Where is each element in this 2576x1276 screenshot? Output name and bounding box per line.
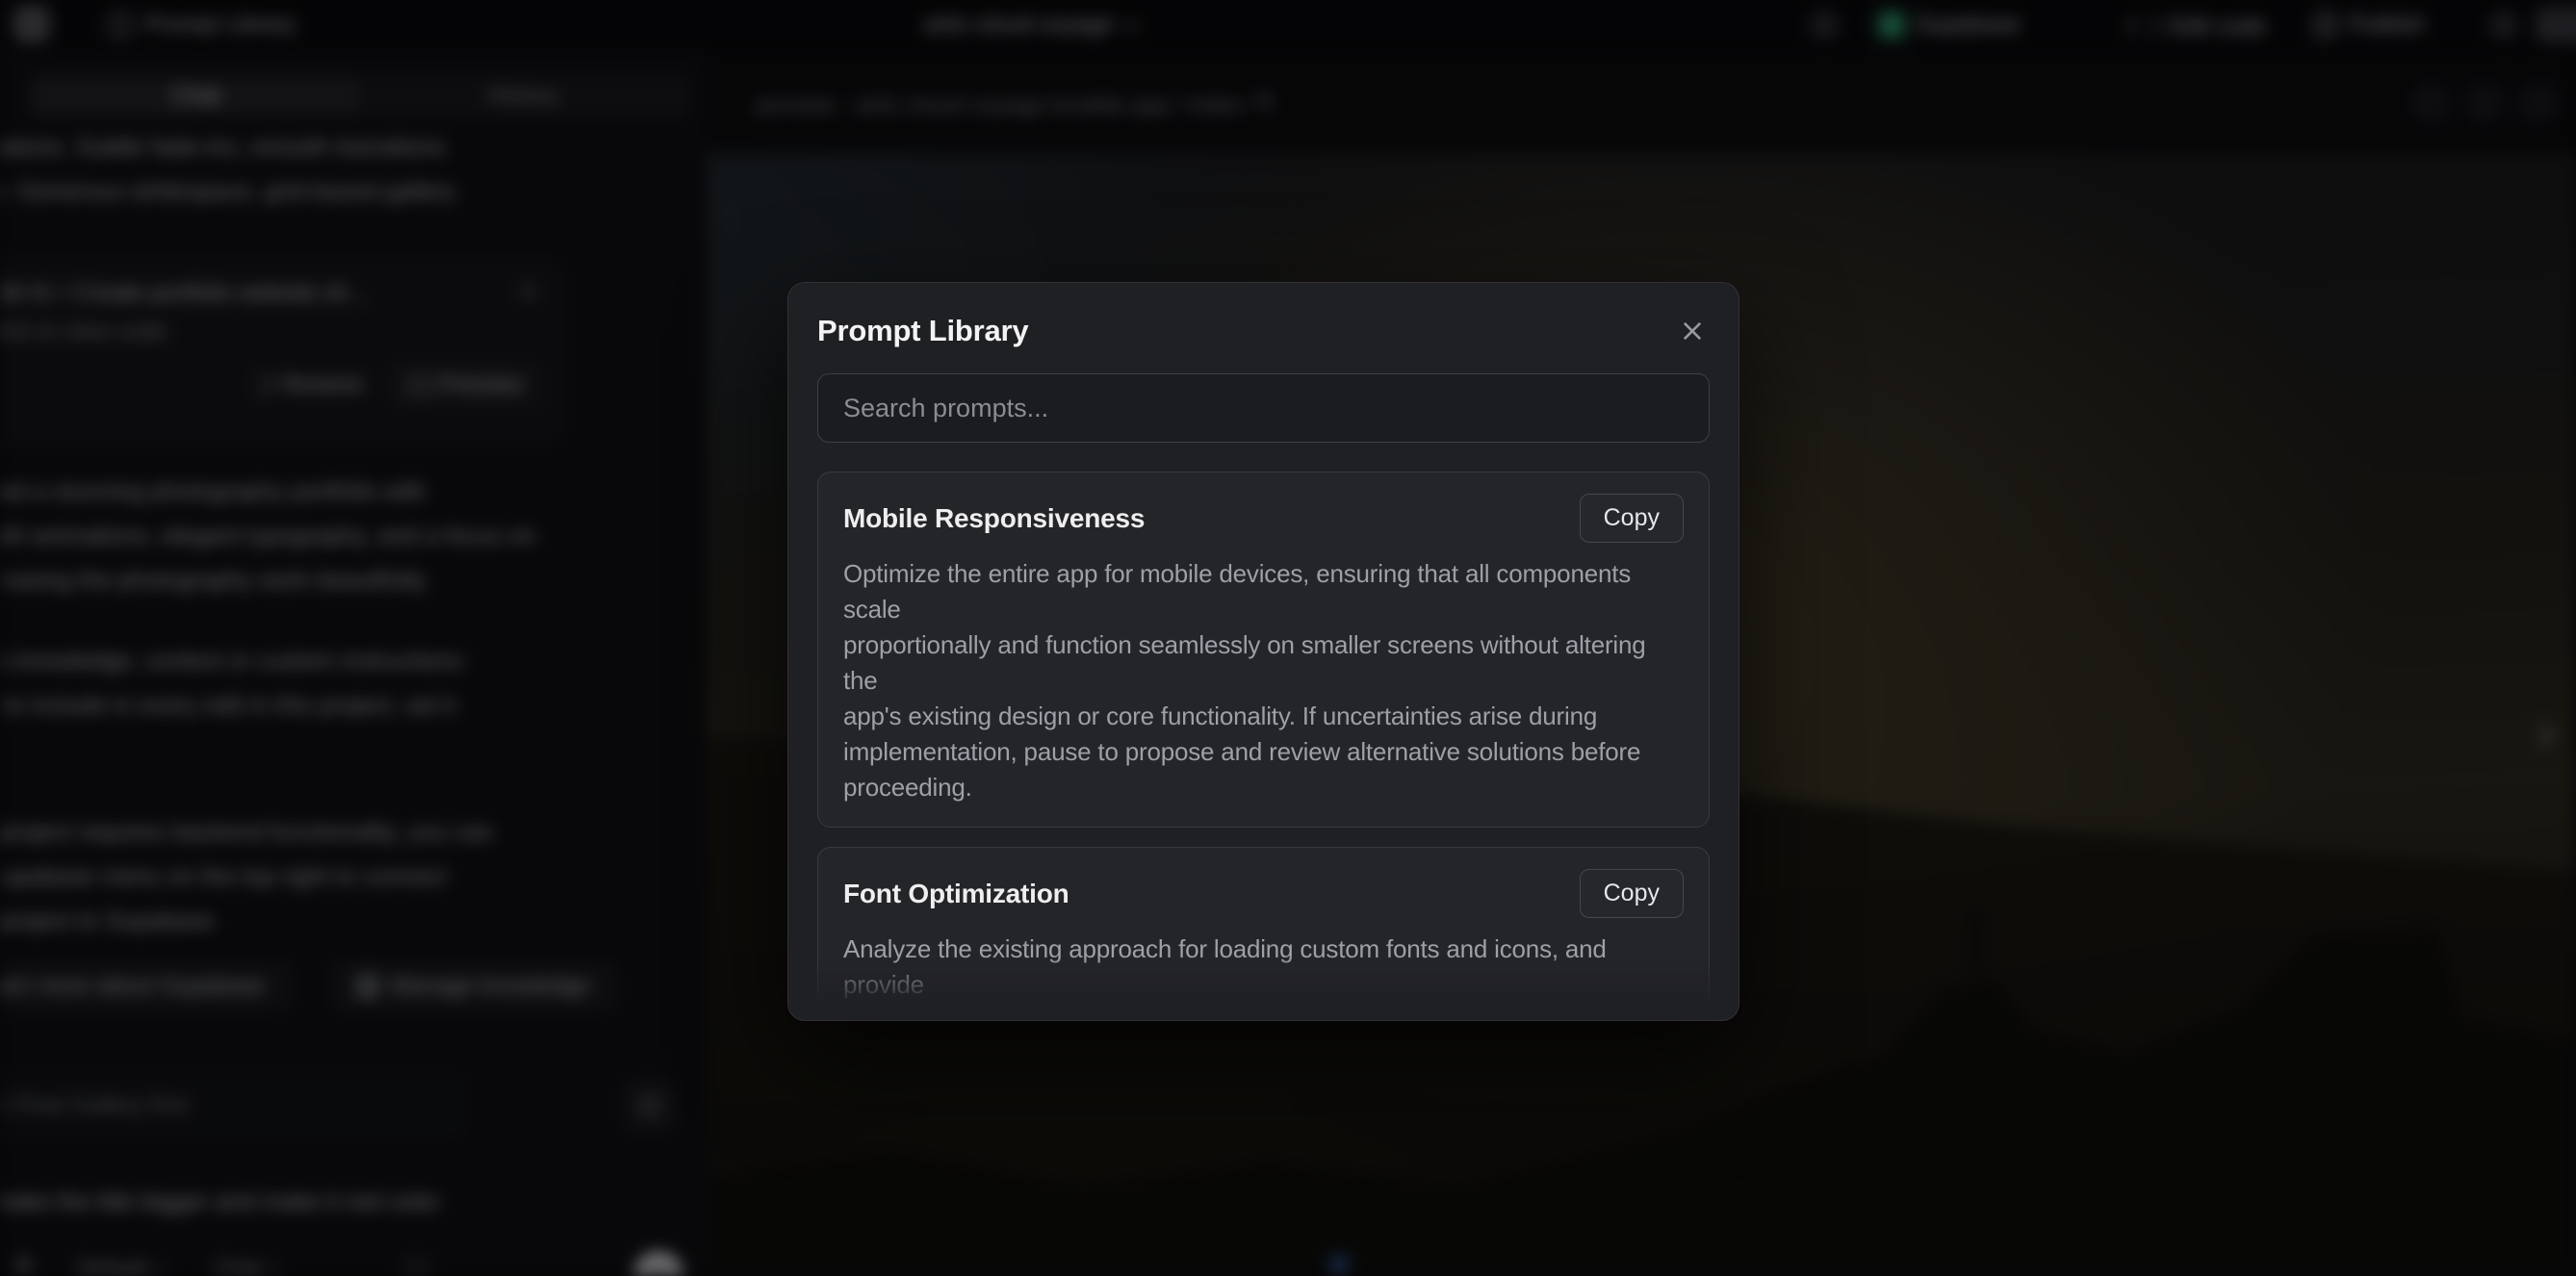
copy-button[interactable]: Copy [1580,869,1684,918]
app-screen: Prompt Library artic-cloud-voyage Supaba… [0,0,2576,1276]
prompt-description: Analyze the existing approach for loadin… [843,931,1684,1010]
prompt-library-modal: Prompt Library Mobile Responsiveness Cop… [787,282,1739,1021]
close-modal-button[interactable] [1675,314,1710,348]
search-input[interactable] [818,374,1709,442]
modal-title: Prompt Library [817,314,1028,348]
prompt-title: Mobile Responsiveness [843,503,1145,534]
prompt-card-mobile-responsiveness: Mobile Responsiveness Copy Optimize the … [817,472,1710,828]
copy-button[interactable]: Copy [1580,494,1684,543]
prompt-card-font-optimization: Font Optimization Copy Analyze the exist… [817,847,1710,1010]
prompt-title: Font Optimization [843,879,1069,909]
prompt-list: Mobile Responsiveness Copy Optimize the … [817,472,1710,1010]
close-icon [1679,318,1706,345]
prompt-description: Optimize the entire app for mobile devic… [843,556,1684,805]
prompt-search [817,373,1710,443]
